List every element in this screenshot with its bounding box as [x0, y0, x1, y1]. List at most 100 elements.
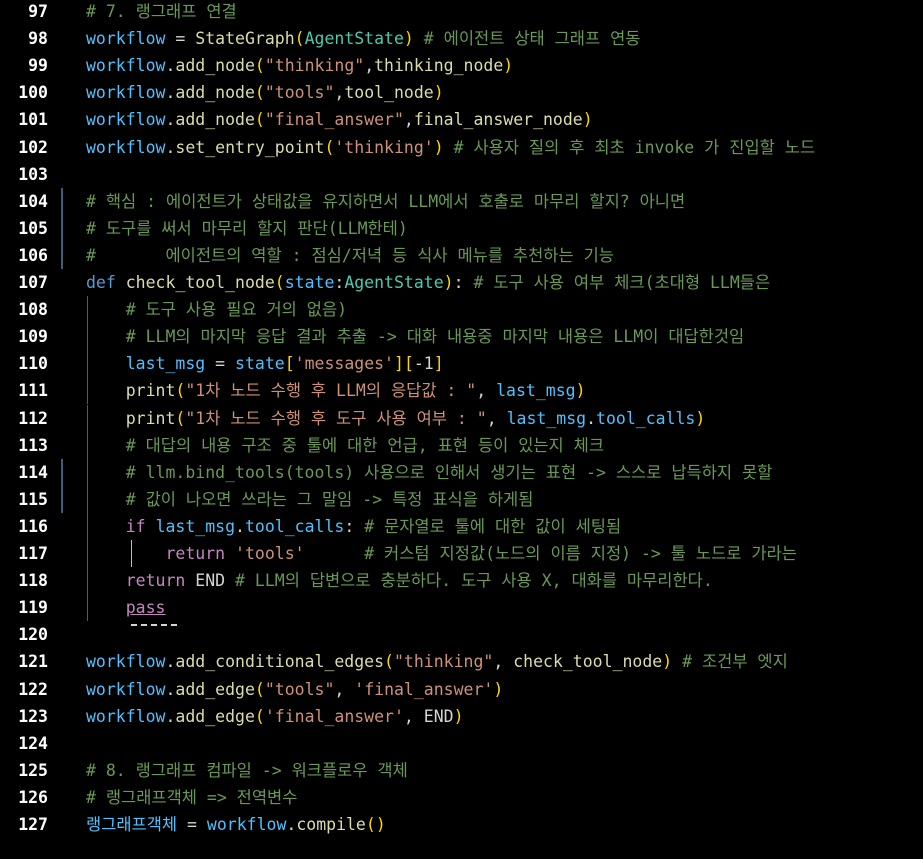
line-number: 116: [18, 516, 48, 536]
code-line-98[interactable]: 98 workflow = StateGraph(AgentState) # 에이…: [0, 25, 923, 52]
token: last_msg: [506, 408, 587, 428]
token: -1: [413, 354, 434, 374]
token: =: [177, 815, 207, 834]
token: print: [125, 408, 176, 428]
token: (: [274, 273, 285, 292]
code-line-108[interactable]: 108 # 도구 사용 필요 거의 없음): [0, 296, 923, 324]
line-code: # 랭그래프객체 => 전역변수: [86, 784, 297, 811]
token: # 핵심 : 에이전트가 상태값을 유지하면서 LLM에서 호출로 마무리 할지…: [86, 191, 686, 211]
token: add_edge: [175, 706, 255, 726]
token: ,: [334, 679, 355, 699]
token: state: [284, 273, 335, 292]
code-line-111[interactable]: 111 print("1차 노드 수행 후 LLM의 응답값 : ", last…: [0, 377, 923, 405]
line-code: # 에이전트의 역할 : 점심/저녁 등 식사 메뉴를 추천하는 기능: [86, 242, 614, 269]
token: thinking_node: [374, 56, 504, 76]
line-code: def check_tool_node(state:AgentState): #…: [86, 269, 770, 296]
line-number: 112: [18, 408, 48, 428]
code-line-118[interactable]: 118 return END # LLM의 답변으로 충분하다. 도구 사용 X…: [0, 567, 923, 595]
code-line-99[interactable]: 99 workflow.add_node("thinking",thinking_…: [0, 52, 923, 79]
line-code: # 8. 랭그래프 컴파일 -> 워크플로우 객체: [86, 757, 408, 784]
line-code: return END # LLM의 답변으로 충분하다. 도구 사용 X, 대화…: [86, 567, 713, 594]
token: ): [582, 110, 593, 130]
code-line-121[interactable]: 121 workflow.add_conditional_edges("think…: [0, 648, 923, 675]
code-line-125[interactable]: 125 # 8. 랭그래프 컴파일 -> 워크플로우 객체: [0, 757, 923, 784]
modified-line-marker: [61, 485, 63, 513]
line-code: # 값이 나오면 쓰라는 그 말임 -> 특정 표식을 하게됨: [86, 486, 534, 513]
line-number: 101: [18, 110, 48, 130]
token: final_answer_node: [413, 110, 583, 130]
token: .: [165, 137, 176, 157]
code-line-122[interactable]: 122 workflow.add_edge("tools", 'final_ans…: [0, 676, 923, 703]
token: 'final_answer': [354, 679, 494, 699]
code-line-105[interactable]: 105 # 도구를 써서 마무리 할지 판단(LLM한테): [0, 214, 923, 242]
line-code: # LLM의 마지막 응답 결과 추출 -> 대화 내용중 마지막 내용은 LL…: [86, 323, 744, 350]
token: # 값이 나오면 쓰라는 그 말임 -> 특정 표식을 하게됨: [125, 489, 534, 509]
token: "tools": [264, 83, 335, 103]
line-number: 110: [18, 354, 48, 374]
token: 'tools': [235, 544, 305, 563]
token: state: [235, 354, 285, 374]
token: END: [195, 571, 226, 591]
code-line-106[interactable]: 106 # 에이전트의 역할 : 점심/저녁 등 식사 메뉴를 추천하는 기능: [0, 241, 923, 269]
token: # 조건부 엣지: [672, 652, 788, 672]
code-line-112[interactable]: 112 print("1차 노드 수행 후 도구 사용 여부 : ", last…: [0, 404, 923, 432]
token: :: [344, 516, 365, 536]
token: [: [403, 354, 414, 374]
token: (: [175, 381, 186, 401]
code-line-114[interactable]: 114 # llm.bind_tools(tools) 사용으로 인해서 생기는…: [0, 458, 923, 486]
token: workflow: [86, 652, 166, 672]
code-line-100[interactable]: 100 workflow.add_node("tools",tool_node): [0, 79, 923, 106]
line-number: 124: [18, 733, 48, 753]
code-line-103[interactable]: 103: [0, 161, 923, 188]
line-number: 122: [18, 679, 48, 699]
token: (: [254, 110, 265, 130]
code-line-104[interactable]: 104 # 핵심 : 에이전트가 상태값을 유지하면서 LLM에서 호출로 마무리…: [0, 187, 923, 215]
code-line-124[interactable]: 124: [0, 730, 923, 757]
code-line-107[interactable]: 107 def check_tool_node(state:AgentState)…: [0, 269, 923, 296]
line-number: 121: [18, 652, 48, 672]
line-code: # 핵심 : 에이전트가 상태값을 유지하면서 LLM에서 호출로 마무리 할지…: [86, 188, 685, 215]
token: AgentState: [344, 273, 444, 292]
token: =: [205, 354, 236, 374]
line-number: 97: [28, 2, 48, 21]
code-line-127[interactable]: 127 랭그래프객체 = workflow.compile(): [0, 811, 923, 838]
token: # 에이전트의 역할 : 점심/저녁 등 식사 메뉴를 추천하는 기능: [86, 245, 614, 265]
line-code: 랭그래프객체 = workflow.compile(): [86, 811, 386, 838]
code-line-126[interactable]: 126 # 랭그래프객체 => 전역변수: [0, 784, 923, 811]
line-code: # llm.bind_tools(tools) 사용으로 인해서 생기는 표현 …: [86, 459, 773, 486]
code-line-117[interactable]: 117 return 'tools' # 커스텀 지정값(노드의 이름 지정) …: [0, 540, 923, 567]
code-line-113[interactable]: 113 # 대답의 내용 구조 중 툴에 대한 언급, 표현 등이 있는지 체크: [0, 431, 923, 459]
token: .: [165, 110, 176, 130]
token: add_conditional_edges: [175, 652, 385, 672]
code-line-109[interactable]: 109 # LLM의 마지막 응답 결과 추출 -> 대화 내용중 마지막 내용…: [0, 323, 923, 351]
code-line-101[interactable]: 101 workflow.add_node("final_answer",fina…: [0, 106, 923, 133]
code-line-110[interactable]: 110 last_msg = state['messages'][-1]: [0, 350, 923, 378]
token: compile: [296, 815, 366, 834]
token: "thinking": [393, 652, 494, 672]
code-line-102[interactable]: 102 workflow.set_entry_point('thinking') …: [0, 134, 923, 161]
code-editor[interactable]: 97 # 7. 랭그래프 연결 98 workflow = StateGraph(Ag…: [0, 0, 923, 859]
line-code: # 도구 사용 필요 거의 없음): [86, 296, 347, 323]
code-line-119[interactable]: 119 pass: [0, 594, 923, 622]
code-line-123[interactable]: 123 workflow.add_edge('final_answer', END…: [0, 703, 923, 730]
token: .: [165, 56, 176, 76]
code-line-116[interactable]: 116 if last_msg.tool_calls: # 문자열로 툴에 대한…: [0, 512, 923, 540]
token: # 도구를 써서 마무리 할지 판단(LLM한테): [86, 218, 408, 238]
token: ,: [364, 56, 375, 76]
token: (: [254, 56, 265, 76]
line-code: if last_msg.tool_calls: # 문자열로 툴에 대한 값이 …: [86, 513, 621, 540]
token: # 사용자 질의 후 최초 invoke 가 진입할 노드: [443, 137, 816, 157]
token: "thinking": [264, 56, 365, 76]
line-code: workflow.add_edge('final_answer', END): [86, 703, 464, 730]
line-number: 105: [18, 218, 48, 238]
token: ,: [493, 652, 514, 672]
line-code: print("1차 노드 수행 후 도구 사용 여부 : ", last_msg…: [86, 405, 706, 432]
code-line-115[interactable]: 115 # 값이 나오면 쓰라는 그 말임 -> 특정 표식을 하게됨: [0, 485, 923, 513]
code-line-97[interactable]: 97 # 7. 랭그래프 연결: [0, 0, 923, 25]
